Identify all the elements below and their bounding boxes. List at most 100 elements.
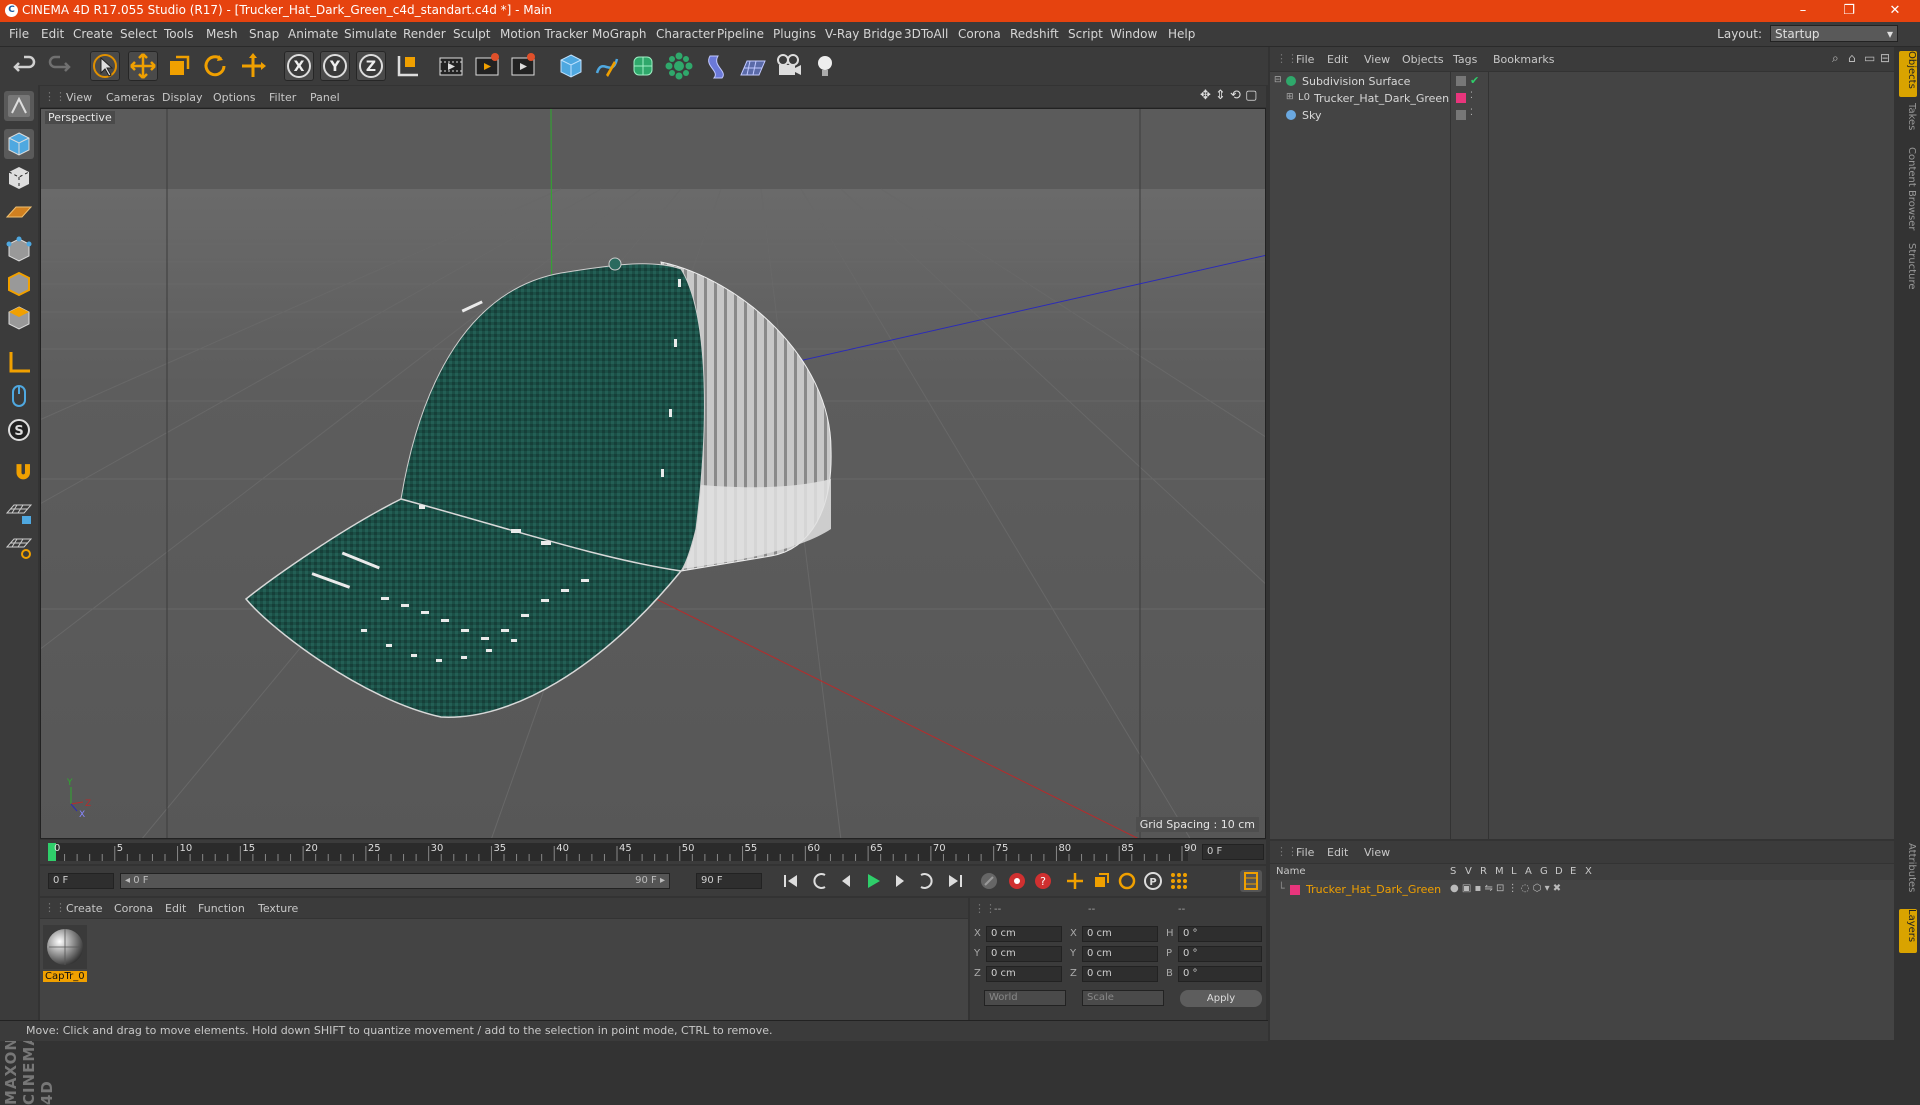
y-axis-lock-icon[interactable]: Y bbox=[320, 51, 350, 81]
minimize-button[interactable]: – bbox=[1780, 0, 1826, 22]
go-to-start-icon[interactable] bbox=[780, 870, 802, 892]
menu-file[interactable]: File bbox=[9, 27, 29, 41]
model-mode-icon[interactable] bbox=[4, 129, 34, 159]
transform-tool-icon[interactable] bbox=[238, 51, 268, 81]
vp-menu-options[interactable]: Options bbox=[213, 91, 255, 104]
rot-b-field[interactable]: 0 ° bbox=[1178, 966, 1262, 982]
apply-button[interactable]: Apply bbox=[1180, 990, 1262, 1007]
obj-menu-bookmarks[interactable]: Bookmarks bbox=[1493, 53, 1554, 66]
key-rotation-icon[interactable] bbox=[1116, 870, 1138, 892]
undo-button[interactable] bbox=[10, 51, 40, 81]
z-axis-lock-icon[interactable]: Z bbox=[356, 51, 386, 81]
timeline-window-icon[interactable] bbox=[1240, 870, 1262, 892]
material-name[interactable]: CapTr_0 bbox=[43, 971, 87, 982]
obj-menu-objects[interactable]: Objects bbox=[1402, 53, 1444, 66]
tab-attributes[interactable]: Attributes bbox=[1899, 843, 1917, 903]
array-cloner-icon[interactable] bbox=[664, 51, 694, 81]
vp-menu-view[interactable]: View bbox=[66, 91, 92, 104]
restore-button[interactable]: ❐ bbox=[1826, 0, 1872, 22]
move-tool-icon[interactable] bbox=[128, 51, 158, 81]
tab-layers[interactable]: Layers bbox=[1899, 909, 1917, 953]
preview-start-field[interactable]: 0 F bbox=[48, 873, 114, 889]
menu-simulate[interactable]: Simulate bbox=[344, 27, 397, 41]
menu-tools[interactable]: Tools bbox=[164, 27, 194, 41]
pos-x-field[interactable]: 0 cm bbox=[986, 926, 1062, 942]
tab-objects[interactable]: Objects bbox=[1899, 51, 1917, 97]
material-thumbnail[interactable] bbox=[43, 925, 87, 969]
layout-dropdown[interactable]: Startup ▾ bbox=[1770, 25, 1898, 42]
collapse-icon[interactable]: ⊟ bbox=[1274, 75, 1282, 85]
render-view-icon[interactable] bbox=[436, 51, 466, 81]
deformer-bend-icon[interactable] bbox=[702, 51, 732, 81]
spline-pen-icon[interactable] bbox=[592, 51, 622, 81]
locked-workplane-icon[interactable] bbox=[4, 497, 34, 527]
render-settings-icon[interactable] bbox=[508, 51, 538, 81]
next-key-icon[interactable] bbox=[914, 870, 936, 892]
menu-create[interactable]: Create bbox=[73, 27, 113, 41]
object-row[interactable]: Sky ⁚ bbox=[1270, 108, 1894, 125]
key-parameter-icon[interactable]: P bbox=[1142, 870, 1164, 892]
current-frame-field[interactable]: 0 F bbox=[1202, 844, 1264, 860]
menu-motion-tracker[interactable]: Motion Tracker bbox=[500, 27, 588, 41]
tab-structure[interactable]: Structure bbox=[1899, 243, 1917, 303]
object-row[interactable]: ⊞ L0 Trucker_Hat_Dark_Green ⁚ bbox=[1270, 91, 1894, 108]
vp-menu-display[interactable]: Display bbox=[162, 91, 203, 104]
size-mode-dropdown[interactable]: Scale bbox=[1082, 990, 1164, 1006]
menu-snap[interactable]: Snap bbox=[249, 27, 279, 41]
visibility-dots-icon[interactable]: ⁚ bbox=[1470, 91, 1473, 101]
obj-menu-file[interactable]: File bbox=[1296, 53, 1314, 66]
render-to-picture-viewer-icon[interactable] bbox=[472, 51, 502, 81]
preview-range-slider[interactable]: ◂ 0 F 90 F ▸ bbox=[120, 873, 670, 889]
coordinate-system-dropdown[interactable]: World bbox=[984, 990, 1066, 1006]
texture-mode-icon[interactable] bbox=[4, 163, 34, 193]
autokeying-icon[interactable]: ? bbox=[1032, 870, 1054, 892]
motion-record-icon[interactable] bbox=[978, 870, 1000, 892]
obj-menu-tags[interactable]: Tags bbox=[1453, 53, 1477, 66]
viewport-nav-icons[interactable]: ✥ ⇕ ⟲ ▢ bbox=[1200, 88, 1257, 103]
key-scale-icon[interactable] bbox=[1090, 870, 1112, 892]
next-frame-icon[interactable] bbox=[888, 870, 910, 892]
search-icon[interactable]: ⌕ bbox=[1832, 51, 1839, 66]
menu-vray-bridge[interactable]: V-Ray Bridge bbox=[825, 27, 902, 41]
menu-character[interactable]: Character bbox=[656, 27, 715, 41]
vp-menu-panel[interactable]: Panel bbox=[310, 91, 340, 104]
mat-menu-edit[interactable]: Edit bbox=[165, 902, 186, 915]
enabled-check-icon[interactable]: ✔ bbox=[1470, 74, 1479, 87]
axis-mode-icon[interactable] bbox=[4, 347, 34, 377]
panel-menu-icon[interactable]: ⊟ bbox=[1880, 51, 1890, 65]
pos-y-field[interactable]: 0 cm bbox=[986, 946, 1062, 962]
floor-environment-icon[interactable] bbox=[738, 51, 768, 81]
cube-primitive-icon[interactable] bbox=[556, 51, 586, 81]
size-z-field[interactable]: 0 cm bbox=[1082, 966, 1158, 982]
menu-render[interactable]: Render bbox=[403, 27, 446, 41]
timeline-ruler[interactable]: 0 5 10 15 20 25 30 35 40 45 50 55 60 65 70 75 80 85 90 0 F bbox=[40, 840, 1266, 864]
rotate-tool-icon[interactable] bbox=[200, 51, 230, 81]
new-view-icon[interactable]: ▭ bbox=[1864, 51, 1875, 65]
object-name[interactable]: Sky bbox=[1302, 109, 1321, 122]
layer-color-swatch[interactable] bbox=[1290, 885, 1300, 895]
snap-mode-icon[interactable]: S bbox=[4, 415, 34, 445]
close-button[interactable]: ✕ bbox=[1872, 0, 1918, 22]
editor-visibility-icon[interactable] bbox=[1456, 76, 1466, 86]
perspective-viewport[interactable]: Y Z X Perspective Grid Spacing : 10 cm bbox=[40, 108, 1266, 839]
tweak-mode-icon[interactable] bbox=[4, 381, 34, 411]
polygons-mode-icon[interactable] bbox=[4, 303, 34, 333]
camera-icon[interactable] bbox=[774, 51, 804, 81]
menu-plugins[interactable]: Plugins bbox=[773, 27, 816, 41]
tab-takes[interactable]: Takes bbox=[1899, 103, 1917, 139]
menu-mesh[interactable]: Mesh bbox=[206, 27, 238, 41]
object-name[interactable]: Subdivision Surface bbox=[1302, 75, 1410, 88]
pos-z-field[interactable]: 0 cm bbox=[986, 966, 1062, 982]
tab-content-browser[interactable]: Content Browser bbox=[1899, 147, 1917, 237]
menu-script[interactable]: Script bbox=[1068, 27, 1103, 41]
layer-menu-view[interactable]: View bbox=[1364, 846, 1390, 859]
layer-row[interactable]: └ Trucker_Hat_Dark_Green ● ▣ ▪ ⇋ ⊡ ⋮ ◌ ⬡… bbox=[1270, 882, 1894, 899]
menu-mograph[interactable]: MoGraph bbox=[592, 27, 647, 41]
previous-key-icon[interactable] bbox=[810, 870, 832, 892]
edges-mode-icon[interactable] bbox=[4, 269, 34, 299]
previous-frame-icon[interactable] bbox=[836, 870, 858, 892]
object-name[interactable]: Trucker_Hat_Dark_Green bbox=[1314, 92, 1449, 105]
play-icon[interactable] bbox=[862, 870, 884, 892]
rot-p-field[interactable]: 0 ° bbox=[1178, 946, 1262, 962]
menu-3dtoall[interactable]: 3DToAll bbox=[904, 27, 948, 41]
